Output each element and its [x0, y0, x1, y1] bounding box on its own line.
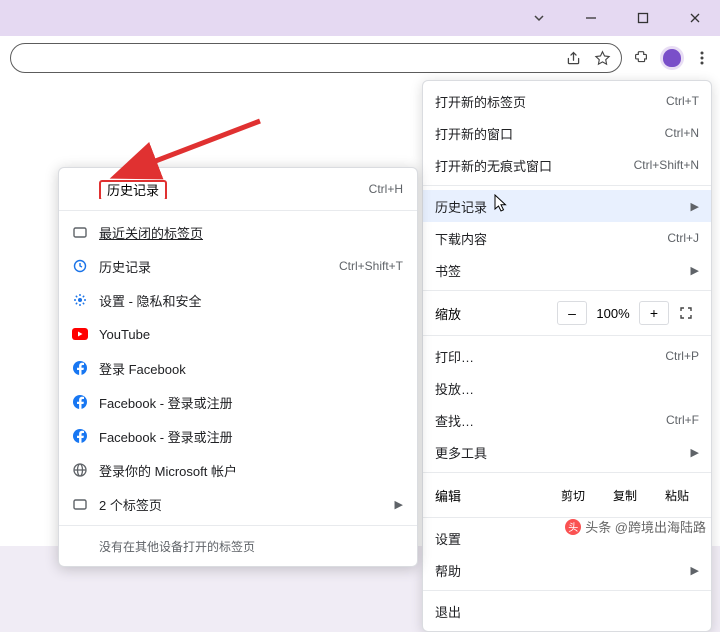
history-icon [71, 257, 89, 275]
annotation-highlight: 历史记录 [99, 180, 167, 199]
menu-more-tools[interactable]: 更多工具▶ [423, 436, 711, 468]
toutiao-icon: 头 [565, 519, 581, 535]
menu-separator [59, 210, 417, 211]
chrome-main-menu: 打开新的标签页Ctrl+T 打开新的窗口Ctrl+N 打开新的无痕式窗口Ctrl… [422, 80, 712, 632]
submenu-two-tabs[interactable]: 2 个标签页 ▶ [59, 487, 417, 521]
tab-icon [71, 223, 89, 241]
avatar-icon [663, 49, 681, 67]
fullscreen-icon[interactable] [673, 306, 699, 320]
submenu-fb-login[interactable]: 登录 Facebook [59, 351, 417, 385]
menu-print[interactable]: 打印…Ctrl+P [423, 340, 711, 372]
maximize-button[interactable] [626, 1, 660, 35]
chevron-right-icon: ▶ [691, 564, 699, 577]
menu-separator [59, 525, 417, 526]
menu-separator [423, 590, 711, 591]
menu-new-window[interactable]: 打开新的窗口Ctrl+N [423, 117, 711, 149]
facebook-icon [71, 427, 89, 445]
kebab-menu-icon[interactable] [694, 50, 710, 66]
close-button[interactable] [678, 1, 712, 35]
cut-button[interactable]: 剪切 [551, 483, 595, 508]
chevron-right-icon: ▶ [691, 446, 699, 459]
globe-icon [71, 461, 89, 479]
chevron-right-icon: ▶ [395, 498, 403, 511]
submenu-recent-closed[interactable]: 最近关闭的标签页 [59, 215, 417, 249]
paste-button[interactable]: 粘贴 [655, 483, 699, 508]
menu-separator [423, 335, 711, 336]
gear-icon [71, 291, 89, 309]
menu-edit: 编辑 剪切 复制 粘贴 [423, 477, 711, 513]
browser-toolbar [0, 36, 720, 80]
submenu-header[interactable]: 历史记录 Ctrl+H [59, 172, 417, 206]
zoom-in-button[interactable]: + [639, 301, 669, 325]
history-submenu: 历史记录 Ctrl+H 最近关闭的标签页 历史记录 Ctrl+Shift+T 设… [58, 167, 418, 567]
menu-help[interactable]: 帮助▶ [423, 554, 711, 586]
share-icon[interactable] [565, 50, 582, 67]
submenu-settings-privacy[interactable]: 设置 - 隐私和安全 [59, 283, 417, 317]
menu-zoom: 缩放 – 100% + [423, 295, 711, 331]
menu-bookmarks[interactable]: 书签▶ [423, 254, 711, 286]
chevron-right-icon: ▶ [691, 264, 699, 277]
new-tab-chevron-icon[interactable] [522, 1, 556, 35]
menu-new-tab[interactable]: 打开新的标签页Ctrl+T [423, 85, 711, 117]
menu-history[interactable]: 历史记录▶ [423, 190, 711, 222]
attribution: 头 头条 @跨境出海陆路 [565, 517, 706, 536]
copy-button[interactable]: 复制 [603, 483, 647, 508]
extensions-icon[interactable] [632, 49, 650, 67]
youtube-icon [71, 325, 89, 343]
submenu-footer: 没有在其他设备打开的标签页 [59, 530, 417, 562]
submenu-youtube[interactable]: YouTube [59, 317, 417, 351]
submenu-fb-signup-2[interactable]: Facebook - 登录或注册 [59, 419, 417, 453]
menu-exit[interactable]: 退出 [423, 595, 711, 627]
menu-incognito[interactable]: 打开新的无痕式窗口Ctrl+Shift+N [423, 149, 711, 181]
zoom-value: 100% [591, 306, 635, 321]
submenu-fb-signup-1[interactable]: Facebook - 登录或注册 [59, 385, 417, 419]
menu-separator [423, 472, 711, 473]
submenu-history-item[interactable]: 历史记录 Ctrl+Shift+T [59, 249, 417, 283]
star-icon[interactable] [594, 50, 611, 67]
zoom-out-button[interactable]: – [557, 301, 587, 325]
address-bar[interactable] [10, 43, 622, 73]
window-titlebar [0, 0, 720, 36]
menu-separator [423, 290, 711, 291]
tab-icon [71, 495, 89, 513]
menu-find[interactable]: 查找…Ctrl+F [423, 404, 711, 436]
menu-cast[interactable]: 投放… [423, 372, 711, 404]
menu-downloads[interactable]: 下载内容Ctrl+J [423, 222, 711, 254]
chevron-right-icon: ▶ [691, 200, 699, 213]
facebook-icon [71, 393, 89, 411]
menu-separator [423, 185, 711, 186]
facebook-icon [71, 359, 89, 377]
submenu-ms-login[interactable]: 登录你的 Microsoft 帐户 [59, 453, 417, 487]
minimize-button[interactable] [574, 1, 608, 35]
profile-button[interactable] [660, 46, 684, 70]
